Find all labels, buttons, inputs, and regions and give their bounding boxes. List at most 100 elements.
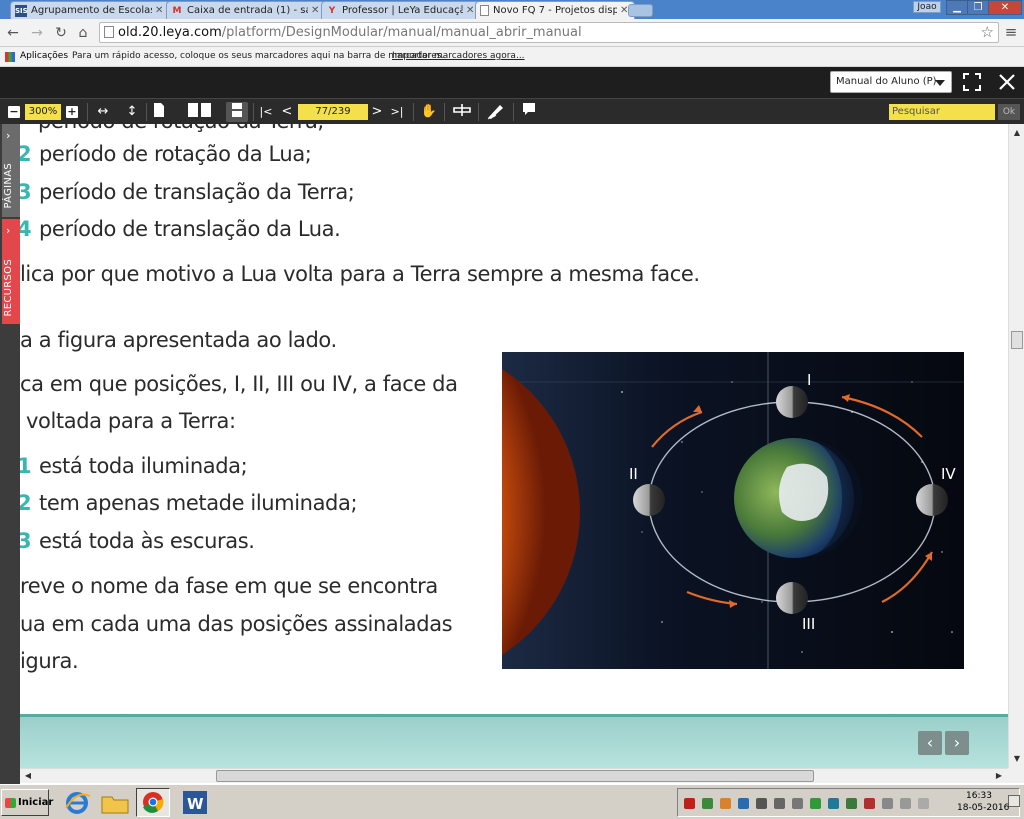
- url-host: old.20.leya.com: [118, 25, 222, 40]
- manual-select[interactable]: Manual do Aluno (P): [830, 71, 952, 93]
- scroll-right-arrow[interactable]: ▶: [993, 770, 1005, 782]
- profile-button[interactable]: Joao: [913, 1, 941, 13]
- list-item-text: período de translação da Lua.: [39, 217, 341, 241]
- option-number: 2: [20, 491, 32, 515]
- usb-tray-icon[interactable]: [774, 798, 785, 809]
- apps-link[interactable]: Aplicações: [20, 47, 68, 65]
- maximize-window-button[interactable]: ❐: [967, 0, 989, 15]
- question-text: ua em cada uma das posições assinaladas: [20, 612, 453, 636]
- list-item-number: 4: [20, 217, 32, 241]
- security-tray-icon[interactable]: [738, 798, 749, 809]
- recycle-tray-icon[interactable]: [810, 798, 821, 809]
- volume-tray-icon[interactable]: [882, 798, 893, 809]
- list-item-text: período de translação da Terra;: [39, 180, 355, 204]
- tab-title: Novo FQ 7 - Projetos dispon: [493, 5, 617, 16]
- back-arrow-icon[interactable]: ←: [4, 24, 22, 42]
- vertical-scrollbar[interactable]: ▲ ▼: [1008, 124, 1024, 768]
- tab-recursos[interactable]: › RECURSOS: [2, 219, 20, 324]
- bookmark-star-icon[interactable]: ☆: [981, 23, 994, 42]
- ruler-tool-icon[interactable]: [452, 102, 472, 122]
- chrome-taskbar-icon[interactable]: [136, 788, 170, 817]
- reload-icon[interactable]: ↻: [52, 24, 70, 42]
- double-page-icon[interactable]: [186, 102, 214, 122]
- question-text: voltada para a Terra:: [26, 409, 236, 433]
- clock-time[interactable]: 16:33: [966, 791, 992, 801]
- network-tray-icon[interactable]: [702, 798, 713, 809]
- home-icon[interactable]: ⌂: [74, 24, 92, 42]
- show-desktop-icon[interactable]: [1008, 795, 1020, 807]
- question-text: reve o nome da fase em que se encontra: [20, 574, 438, 598]
- list-item-text: período de rotação da Lua;: [39, 142, 312, 166]
- update-tray-icon[interactable]: [720, 798, 731, 809]
- zoom-in-button[interactable]: +: [66, 106, 78, 118]
- moon-position-2: [633, 484, 665, 516]
- zoom-level[interactable]: 300%: [25, 104, 61, 120]
- scrollbar-corner-left: [0, 768, 20, 783]
- pen-tool-icon[interactable]: [485, 102, 507, 122]
- device-tray-icon[interactable]: [792, 798, 803, 809]
- fit-width-icon[interactable]: ↔: [94, 102, 112, 122]
- previous-page-arrow[interactable]: ‹: [918, 731, 942, 755]
- search-input[interactable]: Pesquisar: [889, 104, 995, 120]
- forward-arrow-icon[interactable]: →: [28, 24, 46, 42]
- acrobat-tray-icon[interactable]: [684, 798, 695, 809]
- horizontal-scroll-thumb[interactable]: [216, 770, 814, 782]
- wifi-tray-icon[interactable]: [900, 798, 911, 809]
- fullscreen-icon[interactable]: [962, 72, 982, 92]
- close-tab-icon[interactable]: ✕: [155, 5, 165, 16]
- tab-novo-fq7[interactable]: Novo FQ 7 - Projetos dispon ✕: [475, 1, 635, 19]
- figure-label-ii: II: [629, 465, 638, 483]
- tab-agrupamento[interactable]: SIS Agrupamento de Escolas de ✕: [10, 1, 170, 19]
- question-text: ca em que posições, I, II, III ou IV, a …: [20, 372, 458, 396]
- zoom-out-button[interactable]: −: [8, 106, 20, 118]
- hand-tool-icon[interactable]: ✋: [420, 102, 438, 122]
- url-input[interactable]: old.20.leya.com/platform/DesignModular/m…: [99, 22, 999, 43]
- vertical-scroll-thumb[interactable]: [1011, 331, 1023, 349]
- new-tab-button[interactable]: [628, 4, 653, 17]
- page-number-input[interactable]: 77/239: [298, 104, 368, 120]
- close-icon[interactable]: [997, 72, 1017, 92]
- shield-tray-icon[interactable]: [846, 798, 857, 809]
- school-favicon-icon: SIS: [15, 4, 28, 17]
- option-text: tem apenas metade iluminada;: [39, 491, 358, 515]
- tab-paginas[interactable]: › PÁGINAS: [2, 124, 20, 217]
- option-number: 1: [20, 454, 32, 478]
- scroll-up-arrow[interactable]: ▲: [1011, 127, 1023, 139]
- minimize-window-button[interactable]: ▁: [946, 0, 968, 15]
- alert-tray-icon[interactable]: [864, 798, 875, 809]
- import-bookmarks-link[interactable]: Importar marcadores agora...: [392, 47, 525, 65]
- dropdown-caret-icon: [935, 80, 945, 86]
- moon-phases-figure: I II III IV: [502, 352, 964, 669]
- tab-recursos-label: RECURSOS: [3, 258, 14, 316]
- internet-explorer-icon[interactable]: [60, 788, 94, 817]
- close-window-button[interactable]: ✕: [988, 0, 1022, 15]
- fit-height-icon[interactable]: ↕: [123, 102, 141, 122]
- browser-tab-strip: SIS Agrupamento de Escolas de ✕ M Caixa …: [0, 0, 1024, 19]
- option-text: está toda iluminada;: [39, 454, 248, 478]
- tab-leya-professor[interactable]: Y Professor | LeYa Educação ✕: [321, 1, 481, 19]
- last-page-icon[interactable]: >|: [389, 102, 405, 122]
- file-explorer-icon[interactable]: [98, 788, 132, 817]
- display-tray-icon[interactable]: [828, 798, 839, 809]
- next-page-arrow[interactable]: ›: [945, 731, 969, 755]
- single-page-icon[interactable]: [152, 102, 166, 122]
- list-item-text: período de rotação da Terra;: [38, 124, 325, 133]
- chrome-menu-icon[interactable]: ≡: [1003, 24, 1019, 40]
- start-button[interactable]: Iniciar: [1, 789, 53, 816]
- first-page-icon[interactable]: |<: [258, 102, 274, 122]
- scroll-mode-icon[interactable]: [226, 102, 248, 122]
- scroll-left-arrow[interactable]: ◀: [22, 770, 34, 782]
- apps-grid-icon[interactable]: [5, 52, 15, 62]
- clock-date[interactable]: 18-05-2016: [957, 803, 1009, 813]
- tab-gmail[interactable]: M Caixa de entrada (1) - sandr ✕: [166, 1, 326, 19]
- close-tab-icon[interactable]: ✕: [311, 5, 321, 16]
- comment-icon[interactable]: [520, 102, 538, 122]
- scroll-down-arrow[interactable]: ▼: [1011, 753, 1023, 765]
- previous-page-icon[interactable]: <: [280, 102, 294, 122]
- search-ok-button[interactable]: Ok: [998, 104, 1020, 120]
- horizontal-scrollbar[interactable]: ◀ ▶: [20, 768, 1008, 783]
- next-page-icon[interactable]: >: [370, 102, 384, 122]
- word-icon[interactable]: W: [178, 788, 212, 817]
- printer-tray-icon[interactable]: [756, 798, 767, 809]
- flag-tray-icon[interactable]: [918, 798, 929, 809]
